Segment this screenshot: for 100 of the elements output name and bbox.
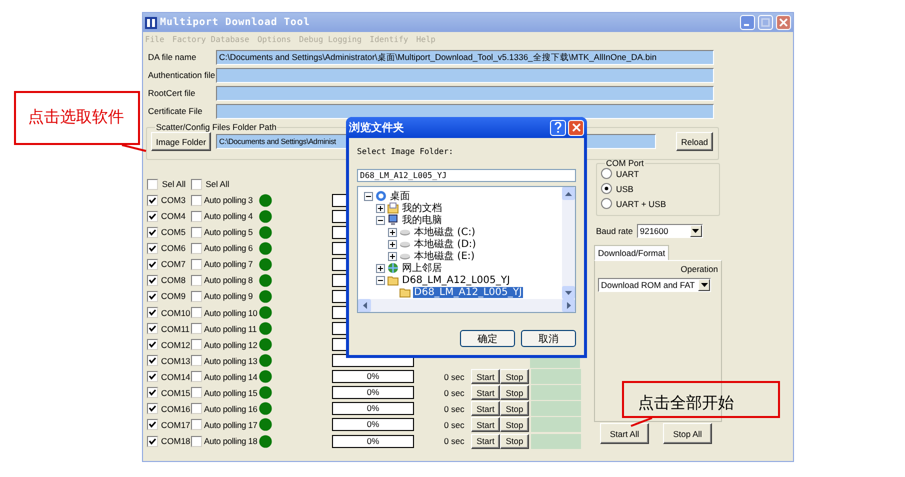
checkbox[interactable] bbox=[147, 419, 158, 430]
callout-text: 点击全部开始 bbox=[638, 393, 734, 414]
checkbox[interactable] bbox=[191, 226, 202, 238]
checkbox[interactable] bbox=[191, 339, 202, 350]
operation-dropdown[interactable]: Download ROM and FAT bbox=[598, 278, 711, 292]
start-button[interactable]: Start bbox=[471, 417, 500, 432]
close-icon bbox=[779, 18, 788, 27]
checkbox[interactable] bbox=[191, 371, 202, 382]
tree-item[interactable]: D68_LM_A12_L005_YJ bbox=[401, 274, 511, 286]
checkbox[interactable] bbox=[191, 436, 202, 447]
checkbox[interactable] bbox=[191, 403, 202, 414]
tree-item[interactable]: 桌面 bbox=[389, 190, 411, 202]
tree-item[interactable]: 我的文档 bbox=[401, 202, 443, 214]
stop-button[interactable]: Stop bbox=[500, 385, 529, 400]
expand-icon[interactable] bbox=[388, 240, 397, 248]
checkbox[interactable] bbox=[147, 339, 158, 350]
tree-item[interactable]: 本地磁盘 (C:) bbox=[413, 226, 476, 238]
checkbox[interactable] bbox=[147, 323, 158, 334]
close-button[interactable] bbox=[568, 120, 584, 136]
scroll-up-icon[interactable] bbox=[565, 192, 572, 196]
desktop-icon bbox=[375, 190, 387, 202]
stop-button[interactable]: Stop bbox=[500, 369, 529, 384]
checkbox[interactable] bbox=[191, 387, 202, 398]
dropdown-arrow-icon bbox=[700, 283, 708, 287]
minimize-button[interactable] bbox=[740, 15, 755, 30]
checkbox[interactable] bbox=[147, 307, 158, 318]
ok-button[interactable]: 确定 bbox=[460, 330, 515, 347]
radio-button[interactable] bbox=[601, 198, 612, 209]
horizontal-scrollbar[interactable] bbox=[358, 299, 575, 312]
baud-rate-dropdown[interactable]: 921600 bbox=[636, 224, 703, 238]
start-button[interactable]: Start bbox=[471, 385, 500, 400]
checkbox[interactable] bbox=[191, 307, 202, 318]
radio-button[interactable] bbox=[601, 168, 612, 179]
tree-item[interactable]: 我的电脑 bbox=[401, 214, 443, 226]
start-button[interactable]: Start bbox=[471, 369, 500, 384]
expand-icon[interactable] bbox=[388, 228, 397, 236]
folder-icon bbox=[387, 274, 399, 286]
tab[interactable]: Download/Format bbox=[594, 245, 670, 260]
checkbox[interactable] bbox=[191, 210, 202, 222]
tree-item[interactable]: 本地磁盘 (E:) bbox=[413, 250, 476, 262]
input-field[interactable]: C:\Documents and Settings\Administrator\桌面\Multiport_Download_Tool_v5.1336_全搜下载\MTK_AllInOne_DA.bin bbox=[216, 50, 714, 64]
help-button[interactable] bbox=[550, 120, 566, 136]
checkbox[interactable] bbox=[147, 355, 158, 366]
collapse-icon[interactable] bbox=[364, 192, 373, 200]
checkbox[interactable] bbox=[147, 242, 158, 254]
scroll-down-icon[interactable] bbox=[565, 290, 572, 294]
image-folder-button[interactable]: Image Folder bbox=[151, 132, 212, 151]
radio-button[interactable] bbox=[601, 183, 612, 194]
input-field[interactable] bbox=[216, 86, 714, 100]
stop-button[interactable]: Stop bbox=[500, 401, 529, 416]
maximize-icon bbox=[761, 18, 770, 27]
checkbox[interactable] bbox=[147, 403, 158, 414]
stop-all-button[interactable]: Stop All bbox=[663, 423, 712, 444]
port-label: COM11 bbox=[161, 324, 191, 334]
group-label: COM Port bbox=[605, 158, 645, 168]
cancel-button[interactable]: 取消 bbox=[521, 330, 576, 347]
reload-button[interactable]: Reload bbox=[676, 132, 714, 151]
start-button[interactable]: Start bbox=[471, 401, 500, 416]
elapsed-time: 0 sec bbox=[444, 404, 466, 414]
checkbox[interactable] bbox=[147, 226, 158, 238]
collapse-icon[interactable] bbox=[376, 216, 385, 224]
close-button[interactable] bbox=[776, 15, 791, 30]
checkbox[interactable] bbox=[190, 178, 202, 190]
expand-icon[interactable] bbox=[376, 204, 385, 212]
checkbox[interactable] bbox=[147, 178, 158, 190]
tree-item[interactable]: 网上邻居 bbox=[401, 262, 443, 274]
checkbox[interactable] bbox=[147, 194, 158, 206]
expand-icon[interactable] bbox=[376, 264, 385, 272]
vertical-scrollbar[interactable] bbox=[562, 187, 575, 299]
checkbox[interactable] bbox=[191, 274, 202, 286]
checkbox[interactable] bbox=[191, 323, 202, 334]
checkbox-label: Auto polling 13 bbox=[204, 356, 258, 366]
checkbox[interactable] bbox=[191, 194, 202, 206]
checkbox[interactable] bbox=[147, 290, 158, 302]
expand-icon[interactable] bbox=[388, 252, 397, 260]
collapse-icon[interactable] bbox=[376, 276, 385, 284]
input-field[interactable] bbox=[216, 104, 714, 118]
checkbox[interactable] bbox=[191, 258, 202, 270]
port-label: COM9 bbox=[161, 291, 187, 302]
stop-button[interactable]: Stop bbox=[500, 417, 529, 432]
checkbox[interactable] bbox=[191, 419, 202, 430]
checkbox[interactable] bbox=[191, 355, 202, 366]
checkbox-label: Sel All bbox=[206, 179, 230, 190]
stop-button[interactable]: Stop bbox=[500, 434, 529, 449]
checkbox[interactable] bbox=[147, 258, 158, 270]
checkbox[interactable] bbox=[191, 242, 202, 254]
scroll-left-icon[interactable] bbox=[362, 302, 366, 309]
input-field[interactable] bbox=[216, 68, 714, 82]
start-button[interactable]: Start bbox=[471, 434, 500, 449]
checkbox[interactable] bbox=[147, 274, 158, 286]
tree-item[interactable]: 本地磁盘 (D:) bbox=[413, 238, 478, 250]
checkbox[interactable] bbox=[191, 290, 202, 302]
folder-field[interactable]: D68_LM_A12_L005_YJ bbox=[357, 169, 576, 182]
checkbox[interactable] bbox=[147, 210, 158, 222]
checkbox[interactable] bbox=[147, 436, 158, 447]
checkbox[interactable] bbox=[147, 387, 158, 398]
scroll-right-icon[interactable] bbox=[566, 302, 570, 309]
checkbox[interactable] bbox=[147, 371, 158, 382]
tree-item[interactable]: D68_LM_A12_L005_YJ bbox=[413, 286, 523, 298]
start-all-button[interactable]: Start All bbox=[600, 423, 649, 444]
